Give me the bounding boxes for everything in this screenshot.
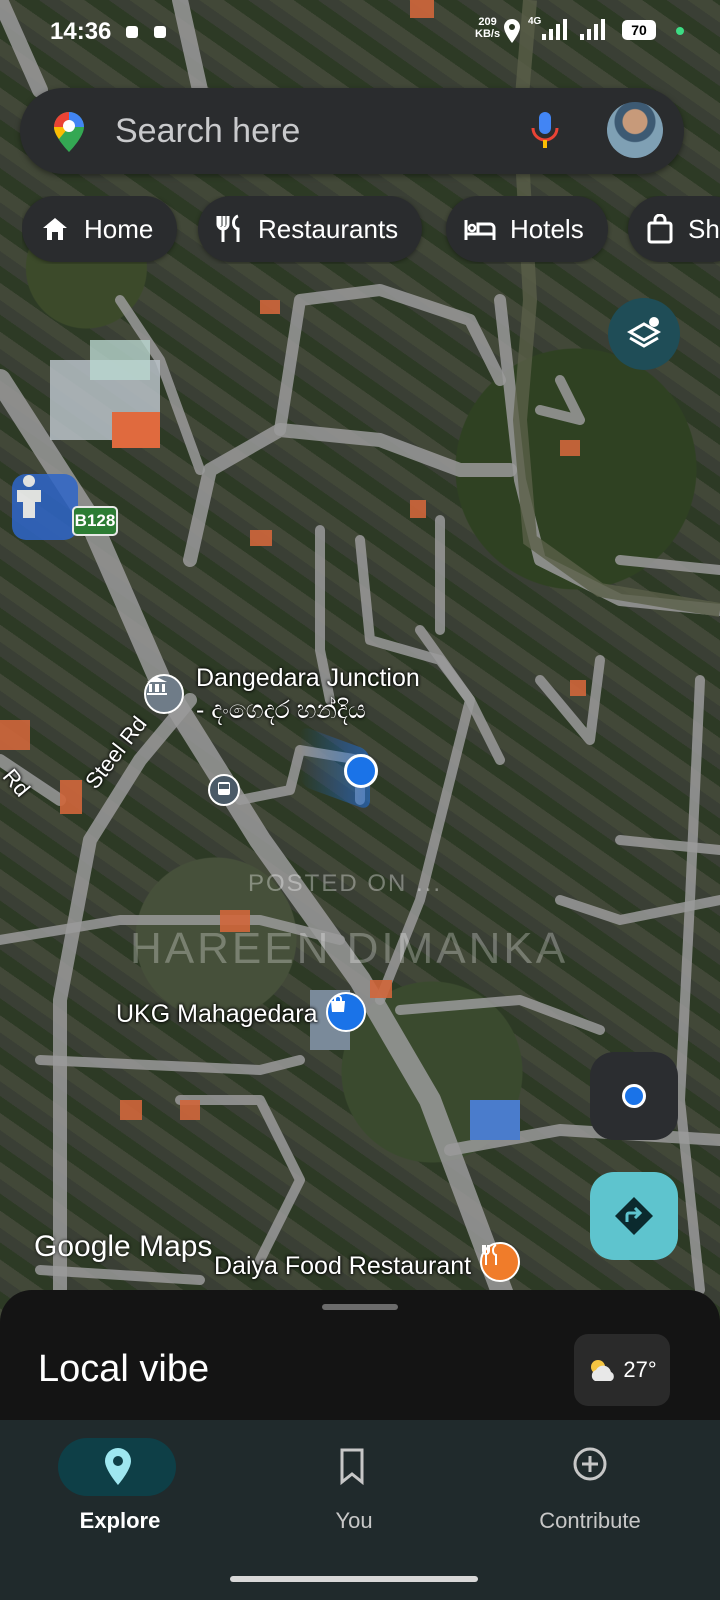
app-notification-icon <box>154 26 166 38</box>
weather-chip[interactable]: 27° <box>574 1334 670 1406</box>
nav-explore-label: Explore <box>79 1508 161 1533</box>
home-icon <box>43 218 67 240</box>
my-location-dot <box>344 754 378 788</box>
bed-icon <box>464 220 496 240</box>
partly-cloudy-icon <box>591 1360 615 1381</box>
chip-shopping[interactable]: Sh <box>628 196 720 262</box>
directions-icon <box>615 1197 653 1235</box>
speed-unit: KB/s <box>475 28 501 40</box>
junction-label[interactable]: Dangedara Junction <box>196 664 420 693</box>
chat-notification-icon <box>126 26 138 38</box>
chip-hotels[interactable]: Hotels <box>446 196 608 262</box>
bookmark-icon <box>340 1448 364 1486</box>
directions-button[interactable] <box>590 1172 678 1260</box>
chip-home[interactable]: Home <box>22 196 178 262</box>
explore-sheet[interactable]: Local vibe 27° <box>0 1290 720 1430</box>
layers-button[interactable] <box>608 298 680 370</box>
sheet-drag-handle[interactable] <box>322 1304 398 1310</box>
gesture-bar[interactable] <box>230 1576 478 1582</box>
maps-pin-icon <box>54 112 84 152</box>
chip-hotels-label: Hotels <box>510 213 584 244</box>
add-circle-icon <box>573 1447 607 1481</box>
chip-restaurants-label: Restaurants <box>258 213 399 244</box>
network-speed: 209 KB/s <box>475 16 500 40</box>
google-maps-logo: Google Maps <box>34 1230 213 1263</box>
nav-you[interactable]: You <box>234 1430 474 1550</box>
mic-icon[interactable] <box>530 110 560 150</box>
nav-contribute[interactable]: Contribute <box>470 1430 710 1550</box>
junction-label-sinhala[interactable]: - දංගෙදර හන්දිය <box>196 696 366 725</box>
chip-home-label: Home <box>84 213 154 244</box>
watermark-name: HAREEN DIMANKA <box>130 924 569 973</box>
privacy-indicator <box>676 27 684 35</box>
daiya-label[interactable]: Daiya Food Restaurant <box>214 1252 471 1281</box>
category-chips: Home Restaurants Hotels Sh <box>22 196 720 264</box>
location-pin-icon <box>105 1448 131 1485</box>
fork-knife-icon <box>216 214 240 242</box>
my-location-button[interactable] <box>590 1052 678 1140</box>
chip-shopping-label: Sh <box>688 213 720 244</box>
route-shield: B128 <box>72 506 118 536</box>
layers-icon <box>626 317 662 348</box>
speed-value: 209 <box>478 16 497 28</box>
status-bar: 14:36 209 KB/s 4G 70 <box>0 0 720 64</box>
avatar[interactable] <box>607 102 663 158</box>
chip-restaurants[interactable]: Restaurants <box>198 196 423 262</box>
landmark-icon[interactable] <box>144 674 184 714</box>
bus-stop-icon[interactable] <box>208 774 240 806</box>
ukg-label[interactable]: UKG Mahagedara <box>116 1000 318 1029</box>
street-view-pegman-icon[interactable] <box>12 474 78 540</box>
restaurant-poi-icon[interactable] <box>480 1242 520 1282</box>
weather-temperature: 27° <box>623 1357 657 1382</box>
shopping-poi-icon[interactable] <box>326 992 366 1032</box>
watermark-posted: POSTED ON ... <box>248 870 443 897</box>
nav-you-label: You <box>335 1508 373 1533</box>
nav-explore[interactable]: Explore <box>0 1430 240 1550</box>
my-location-icon <box>622 1084 646 1108</box>
search-input[interactable]: Search here <box>115 112 300 151</box>
status-time: 14:36 <box>50 18 112 45</box>
search-bar[interactable]: Search here <box>20 88 684 174</box>
signal-icon <box>542 19 605 40</box>
nav-contribute-label: Contribute <box>539 1508 641 1533</box>
shopping-bag-icon <box>647 214 673 244</box>
battery-level: 70 <box>622 20 656 40</box>
sheet-title: Local vibe <box>38 1348 210 1390</box>
location-status-icon <box>504 19 520 43</box>
bottom-navigation: Explore You Contribute <box>0 1420 720 1600</box>
